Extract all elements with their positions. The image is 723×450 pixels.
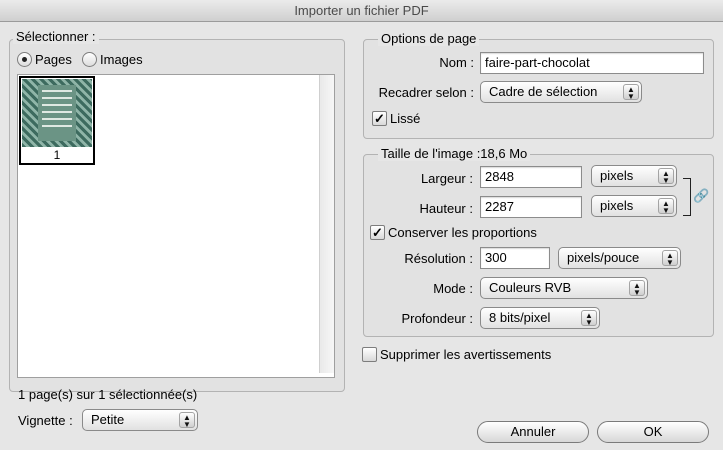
checkmark-icon[interactable]: ✓ — [372, 111, 387, 126]
thumbnail-list[interactable]: 1 — [17, 74, 335, 378]
largeur-unit-value: pixels — [600, 168, 634, 183]
resolution-unit-popup[interactable]: pixels/pouce ▲ ▼ — [558, 247, 681, 269]
radio-pages-label: Pages — [35, 52, 72, 67]
largeur-field[interactable]: 2848 — [480, 166, 582, 188]
hauteur-unit-value: pixels — [600, 198, 634, 213]
mode-value: Couleurs RVB — [489, 280, 572, 295]
mode-label: Mode : — [433, 281, 473, 296]
recadrer-value: Cadre de sélection — [489, 84, 598, 99]
radio-images-dot[interactable] — [82, 52, 97, 67]
thumbnail-scrollbar[interactable] — [319, 75, 334, 373]
updown-arrows-icon: ▲ ▼ — [623, 84, 639, 101]
recadrer-label: Recadrer selon : — [378, 85, 474, 100]
hauteur-label: Hauteur : — [419, 201, 473, 216]
updown-arrows-icon: ▲ ▼ — [658, 168, 674, 185]
conserver-label: Conserver les proportions — [388, 225, 537, 240]
proportion-bracket — [683, 178, 691, 216]
updown-arrows-icon: ▲ ▼ — [179, 412, 195, 429]
nom-label: Nom : — [439, 55, 474, 70]
thumbnail-card-center — [38, 85, 76, 141]
recadrer-popup[interactable]: Cadre de sélection ▲ ▼ — [480, 81, 642, 103]
largeur-label: Largeur : — [420, 171, 473, 186]
cancel-button[interactable]: Annuler — [477, 421, 589, 443]
thumbnail-page-number: 1 — [53, 148, 61, 162]
vignette-label: Vignette : — [18, 413, 73, 428]
radio-images-label: Images — [100, 52, 143, 67]
chain-link-icon: 🔗 — [693, 188, 710, 203]
dialog-body: Sélectionner : Pages Images 1 1 page(s) … — [0, 22, 723, 450]
window-title: Importer un fichier PDF — [294, 3, 429, 18]
hauteur-field[interactable]: 2287 — [480, 196, 582, 218]
radio-pages[interactable]: Pages — [17, 52, 72, 67]
page-options-legend: Options de page — [378, 31, 480, 46]
profondeur-popup[interactable]: 8 bits/pixel ▲ ▼ — [480, 307, 600, 329]
selection-status: 1 page(s) sur 1 sélectionnée(s) — [18, 387, 198, 402]
checkmark-icon[interactable]: ✓ — [370, 225, 385, 240]
suppress-warnings-label: Supprimer les avertissements — [380, 347, 552, 362]
largeur-unit-popup[interactable]: pixels ▲ ▼ — [591, 165, 677, 187]
updown-arrows-icon: ▲ ▼ — [581, 310, 597, 327]
window-titlebar: Importer un fichier PDF — [0, 0, 723, 22]
updown-arrows-icon: ▲ ▼ — [629, 280, 645, 297]
resolution-unit-value: pixels/pouce — [567, 250, 640, 265]
updown-arrows-icon: ▲ ▼ — [662, 250, 678, 267]
profondeur-label: Profondeur : — [401, 311, 473, 326]
ok-button[interactable]: OK — [597, 421, 709, 443]
thumbnail-page-1[interactable]: 1 — [19, 76, 95, 165]
select-group-legend: Sélectionner : — [13, 29, 99, 44]
nom-field[interactable]: faire-part-chocolat — [480, 52, 704, 74]
lisse-checkbox[interactable]: ✓ Lissé — [372, 111, 420, 126]
radio-images[interactable]: Images — [82, 52, 143, 67]
updown-arrows-icon: ▲ ▼ — [658, 198, 674, 215]
checkbox-box[interactable] — [362, 347, 377, 362]
conserver-checkbox[interactable]: ✓ Conserver les proportions — [370, 225, 537, 240]
vignette-popup[interactable]: Petite ▲ ▼ — [82, 409, 198, 431]
page-thumbnail-image — [22, 79, 92, 147]
resolution-field[interactable]: 300 — [480, 247, 550, 269]
suppress-warnings-checkbox[interactable]: Supprimer les avertissements — [362, 347, 551, 362]
hauteur-unit-popup[interactable]: pixels ▲ ▼ — [591, 195, 677, 217]
resolution-label: Résolution : — [404, 251, 473, 266]
image-size-legend: Taille de l'image :18,6 Mo — [378, 146, 531, 161]
lisse-label: Lissé — [390, 111, 421, 126]
mode-popup[interactable]: Couleurs RVB ▲ ▼ — [480, 277, 648, 299]
profondeur-value: 8 bits/pixel — [489, 310, 551, 325]
vignette-value: Petite — [91, 412, 125, 427]
radio-pages-dot[interactable] — [17, 52, 32, 67]
